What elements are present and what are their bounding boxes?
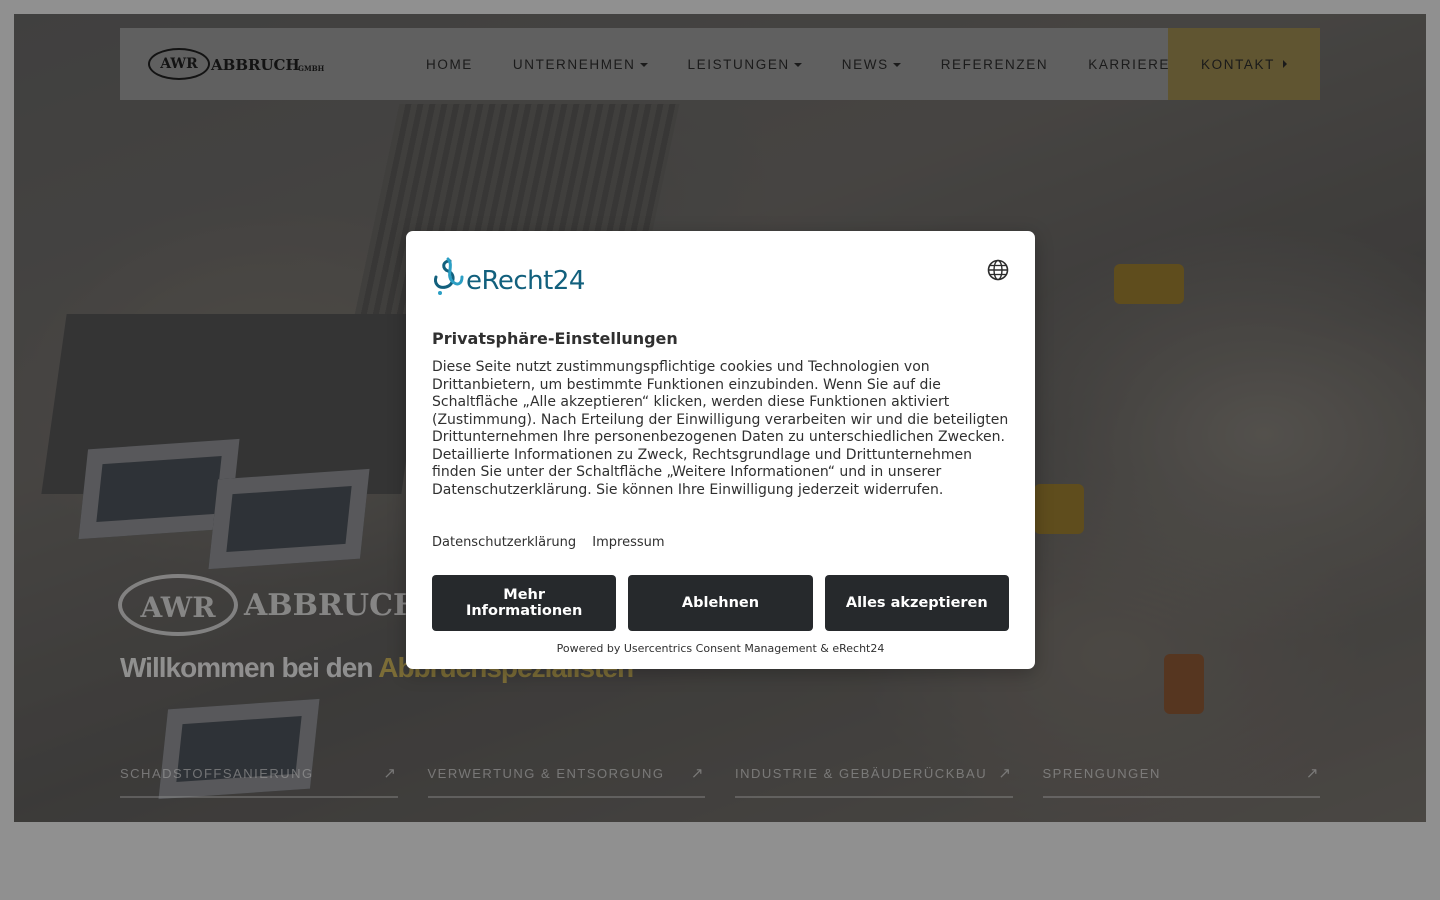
globe-icon[interactable] [987, 259, 1009, 281]
more-info-button[interactable]: Mehr Informationen [432, 575, 617, 631]
erecht24-logo-text: eRecht24 [466, 266, 585, 296]
powered-by-text: Powered by Usercentrics Consent Manageme… [556, 642, 885, 655]
erecht24-logo-mark-icon [434, 257, 464, 295]
consent-body: Diese Seite nutzt zustimmungspflichtige … [432, 359, 1009, 498]
imprint-link[interactable]: Impressum [592, 535, 664, 550]
deny-button[interactable]: Ablehnen [628, 575, 813, 631]
consent-buttons: Mehr Informationen Ablehnen Alles akzept… [432, 575, 1009, 631]
consent-links: Datenschutzerklärung Impressum [432, 535, 677, 550]
accept-all-button[interactable]: Alles akzeptieren [824, 575, 1009, 631]
erecht24-logo: eRecht24 [432, 257, 602, 297]
consent-dialog: eRecht24 Privatsphäre-Einstellungen Dies… [406, 231, 1035, 669]
consent-title: Privatsphäre-Einstellungen [432, 329, 678, 348]
privacy-policy-link[interactable]: Datenschutzerklärung [432, 535, 576, 550]
